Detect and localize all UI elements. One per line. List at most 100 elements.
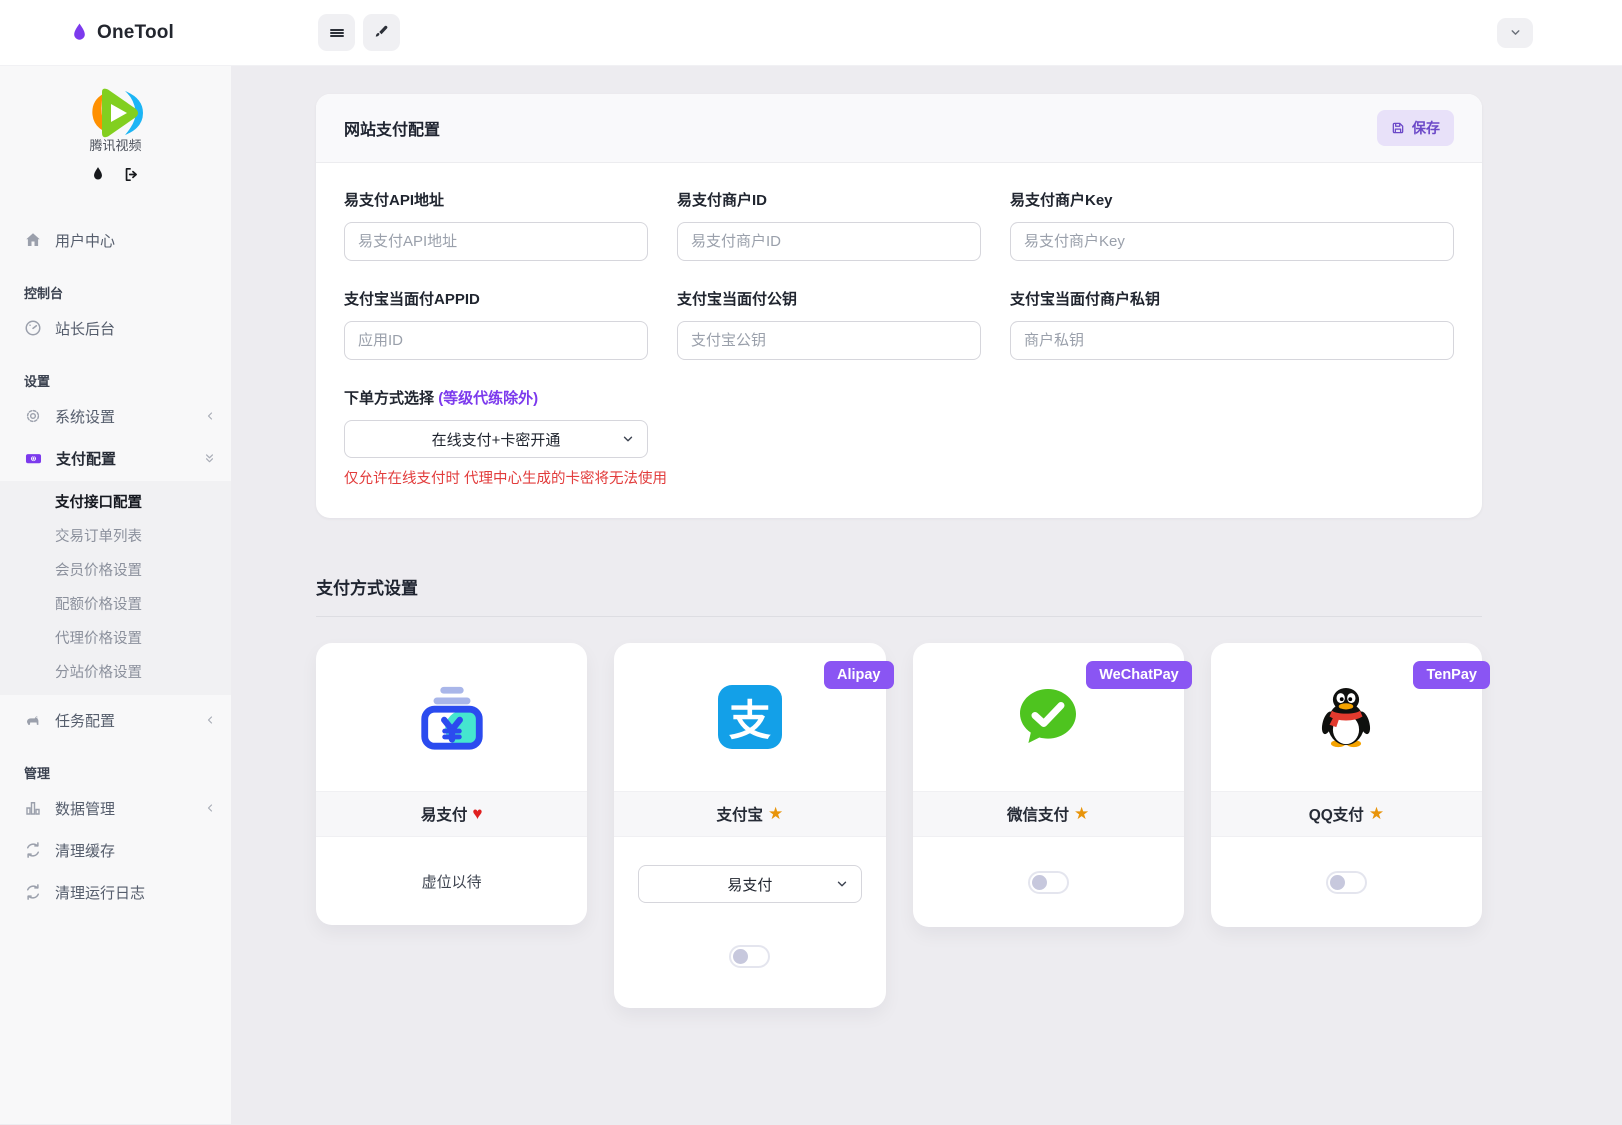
epay-api-input[interactable] [344, 222, 648, 261]
field-label-epay-api: 易支付API地址 [344, 192, 445, 209]
sidebar-item-data-management[interactable]: 数据管理 [0, 791, 231, 825]
gauge-icon [24, 319, 42, 337]
sidebar-subitem-member-price[interactable]: 会员价格设置 [0, 554, 231, 588]
payment-card-name: QQ支付 [1308, 807, 1364, 824]
sidebar-item-clear-run-logs[interactable]: 清理运行日志 [0, 875, 231, 909]
payment-card-name: 易支付 [420, 807, 468, 824]
field-label-alipay-public-key: 支付宝当面付公钥 [677, 291, 798, 308]
hamburger-icon [328, 24, 346, 42]
chevron-left-icon [204, 410, 216, 422]
alipay-private-key-input[interactable] [1010, 321, 1454, 360]
epay-placeholder-text: 虚位以待 [421, 873, 482, 891]
topbar: OneTool [0, 0, 1622, 66]
paintbrush-icon [373, 24, 390, 41]
epay-merchant-key-input[interactable] [1010, 222, 1454, 261]
order-method-group: 下单方式选择 (等级代练除外) 在线支付+卡密开通 仅允许在线支付时 代理中心生… [344, 387, 1454, 488]
drop-icon [91, 166, 105, 183]
wechat-icon [1015, 686, 1081, 748]
order-method-select[interactable]: 在线支付+卡密开通 [344, 420, 648, 458]
payment-card-alipay: Alipay 支 支付宝 ★ 易支付 [614, 643, 894, 1008]
tenpay-badge: TenPay [1413, 661, 1490, 689]
star-icon: ★ [1368, 804, 1385, 823]
save-floppy-icon [1391, 121, 1405, 135]
payment-card-name: 微信支付 [1006, 807, 1069, 824]
sidebar: 腾讯视频 用户中心 控制台 站长后台 设置 系统设置 0 支付配置 支付接口配置… [0, 66, 231, 1124]
sidebar-section-console: 控制台 [24, 286, 64, 301]
onetool-drop-icon [71, 22, 88, 44]
sidebar-item-task-config[interactable]: 任务配置 [0, 703, 231, 737]
sidebar-item-user-center[interactable]: 用户中心 [0, 223, 231, 257]
sidebar-section-management: 管理 [24, 766, 51, 781]
theme-brush-button[interactable] [363, 14, 400, 51]
payment-config-submenu: 支付接口配置 交易订单列表 会员价格设置 配额价格设置 代理价格设置 分站价格设… [0, 481, 231, 695]
banknote-icon: 0 [24, 449, 43, 468]
topbar-dropdown-button[interactable] [1497, 17, 1533, 48]
chevron-left-icon [204, 714, 216, 726]
heart-icon: ♥ [472, 804, 483, 823]
svg-text:0: 0 [32, 456, 35, 462]
payment-card-epay: 易支付 ♥ 虚位以待 [316, 643, 588, 925]
panel-title: 网站支付配置 [344, 122, 441, 139]
chevron-down-icon [835, 877, 849, 891]
order-method-label: 下单方式选择 (等级代练除外) [344, 390, 539, 407]
alipay-appid-input[interactable] [344, 321, 648, 360]
tenpay-enable-toggle[interactable] [1325, 870, 1367, 894]
payment-card-tenpay: TenPay QQ支付 ★ [1210, 643, 1490, 927]
alipay-channel-select[interactable]: 易支付 [638, 865, 862, 903]
dog-icon [24, 711, 42, 729]
sidebar-subitem-quota-price[interactable]: 配额价格设置 [0, 588, 231, 622]
logout-button[interactable] [123, 166, 140, 183]
logout-icon [123, 166, 140, 183]
sidebar-collapse-button[interactable] [318, 14, 355, 51]
alipay-enable-toggle[interactable] [729, 945, 771, 968]
toggle-knob [1031, 874, 1047, 890]
brand-name: OneTool [97, 21, 175, 43]
sidebar-subitem-order-list[interactable]: 交易订单列表 [0, 520, 231, 554]
field-label-epay-merchant-key: 易支付商户Key [1010, 192, 1113, 209]
sidebar-subitem-substation-price[interactable]: 分站价格设置 [0, 656, 231, 690]
sidebar-subitem-agent-price[interactable]: 代理价格设置 [0, 622, 231, 656]
order-method-warning: 仅允许在线支付时 代理中心生成的卡密将无法使用 [344, 471, 668, 487]
main-content: 网站支付配置 保存 易支付API地址 易支付商户ID [231, 66, 1622, 1124]
order-method-label-note: (等级代练除外) [438, 390, 539, 407]
toggle-knob [1329, 874, 1345, 890]
sidebar-subitem-payment-interface[interactable]: 支付接口配置 [0, 486, 231, 520]
site-payment-config-panel: 网站支付配置 保存 易支付API地址 易支付商户ID [316, 94, 1482, 518]
refresh-icon [24, 883, 42, 901]
epay-merchant-id-input[interactable] [677, 222, 981, 261]
theme-drop-button[interactable] [91, 166, 105, 183]
save-button[interactable]: 保存 [1377, 110, 1454, 146]
gear-icon [24, 407, 42, 425]
sidebar-nav: 用户中心 控制台 站长后台 设置 系统设置 0 支付配置 支付接口配置 交易订单… [0, 183, 231, 909]
sidebar-item-system-settings[interactable]: 系统设置 [0, 399, 231, 433]
chevron-down-icon [621, 432, 635, 446]
payment-card-name: 支付宝 [716, 807, 763, 824]
brand: OneTool [0, 22, 231, 44]
field-label-epay-merchant-id: 易支付商户ID [677, 192, 768, 209]
double-chevron-down-icon [203, 452, 216, 465]
field-label-alipay-appid: 支付宝当面付APPID [344, 291, 480, 308]
epay-wallet-icon [414, 680, 490, 754]
wechatpay-enable-toggle[interactable] [1027, 870, 1069, 894]
toggle-knob [733, 949, 749, 964]
alipay-icon: 支 [717, 685, 782, 749]
refresh-icon [24, 841, 42, 859]
divider [316, 616, 1482, 617]
sidebar-item-admin-backend[interactable]: 站长后台 [0, 311, 231, 345]
house-icon [24, 231, 42, 249]
chevron-down-icon [1509, 26, 1522, 39]
wechatpay-badge: WeChatPay [1086, 661, 1192, 689]
star-icon: ★ [768, 804, 784, 823]
alipay-badge: Alipay [823, 661, 894, 689]
payment-card-wechatpay: WeChatPay 微信支付 ★ [912, 643, 1192, 927]
sidebar-item-clear-cache[interactable]: 清理缓存 [0, 833, 231, 867]
alipay-public-key-input[interactable] [677, 321, 981, 360]
sidebar-item-payment-config[interactable]: 0 支付配置 [0, 441, 231, 475]
tencent-video-caption: 腾讯视频 [89, 138, 142, 153]
chevron-left-icon [204, 802, 216, 814]
payment-methods-title: 支付方式设置 [316, 579, 418, 598]
sidebar-section-settings: 设置 [24, 374, 51, 389]
field-label-alipay-private-key: 支付宝当面付商户私钥 [1010, 291, 1161, 308]
qq-penguin-icon [1315, 685, 1377, 749]
bar-chart-icon [24, 799, 42, 817]
